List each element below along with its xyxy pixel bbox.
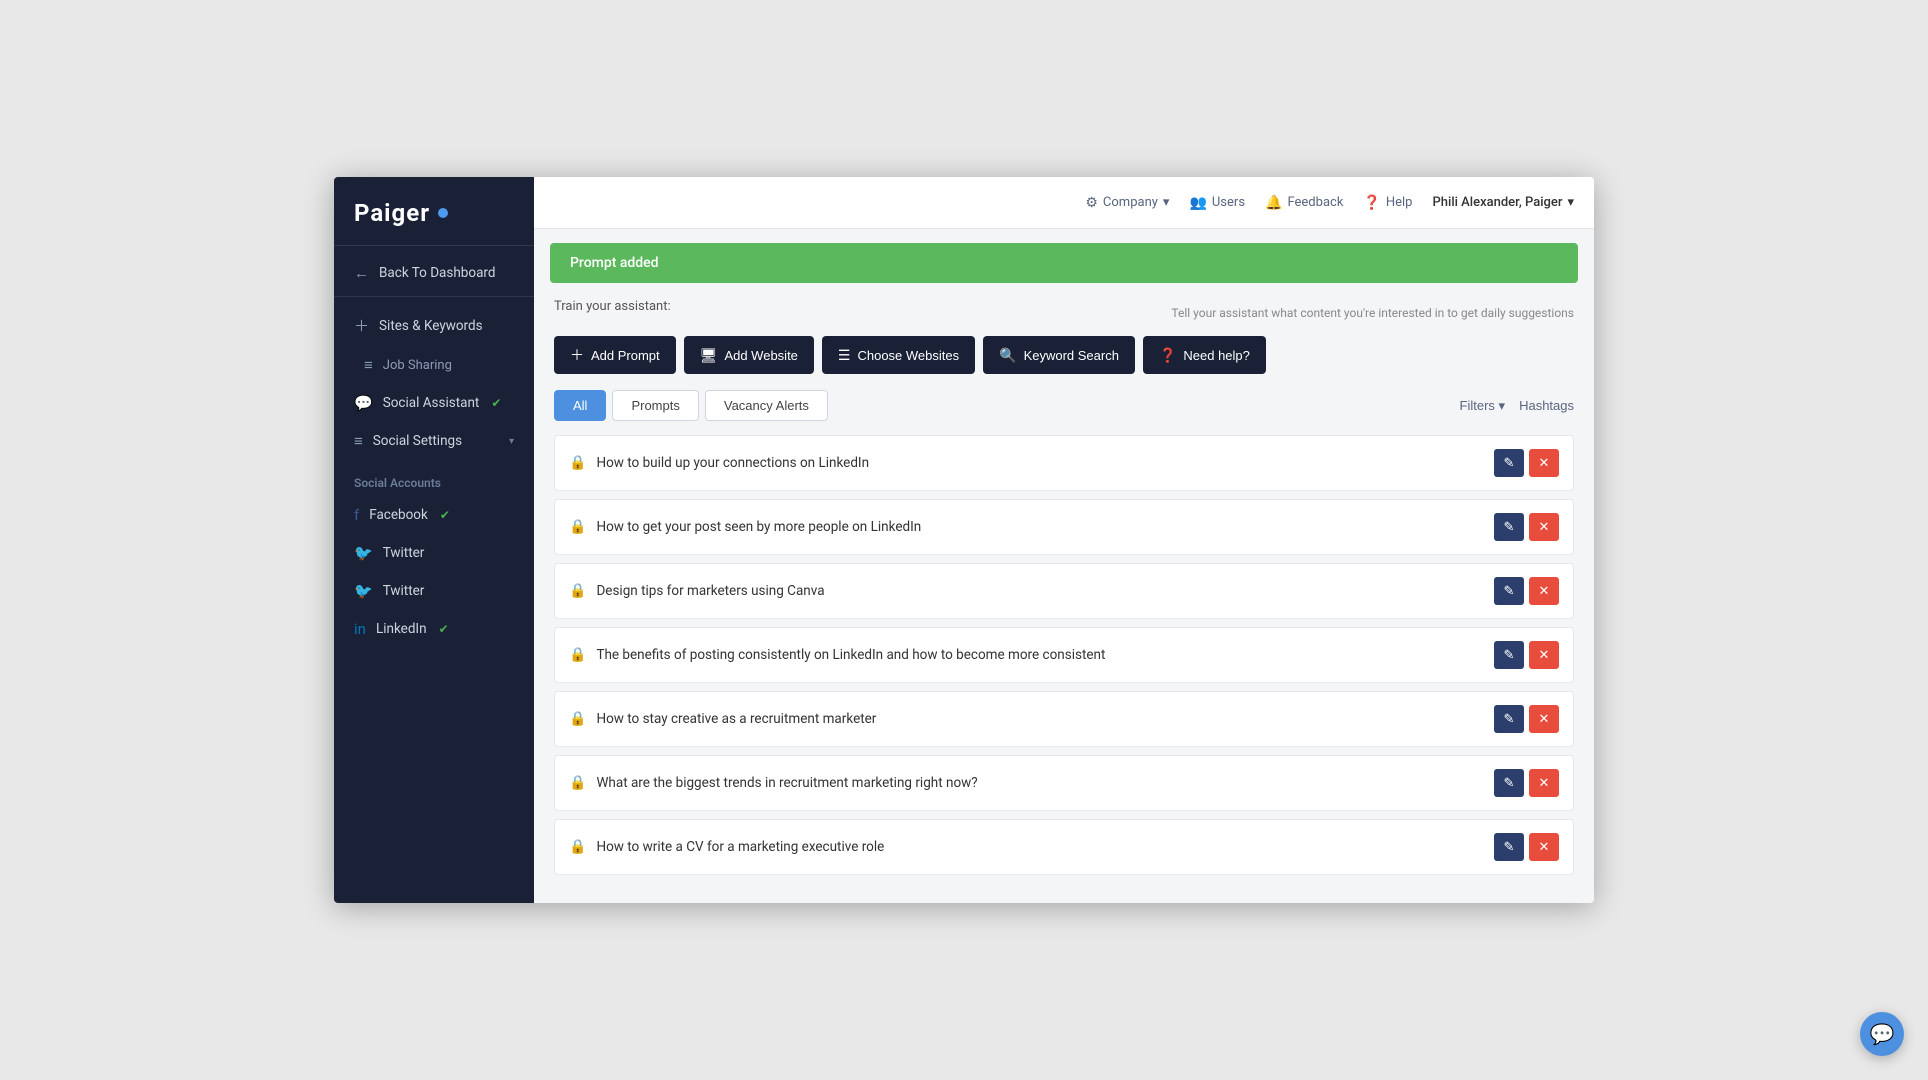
prompt-actions: ✎ ✕ [1494,769,1559,797]
help-nav[interactable]: ❓ Help [1363,195,1412,211]
app-logo: Paiger [334,177,534,245]
sidebar-item-facebook[interactable]: f Facebook ✔ [334,496,534,534]
prompt-actions: ✎ ✕ [1494,641,1559,669]
prompt-actions: ✎ ✕ [1494,577,1559,605]
chat-bubble-button[interactable]: 💬 [1860,1012,1904,1056]
list-icon: ≡ [364,356,373,374]
company-chevron-icon: ▾ [1163,195,1170,210]
delete-button[interactable]: ✕ [1529,577,1559,605]
monitor-icon: 🖥 [700,347,718,364]
sidebar-item-social-settings[interactable]: ≡ Social Settings [334,422,534,460]
table-row: 🔒 The benefits of posting consistently o… [554,627,1574,683]
delete-button[interactable]: ✕ [1529,513,1559,541]
sidebar-item-twitter-2[interactable]: 🐦 Twitter [334,572,534,610]
plus-icon: ＋ [354,315,369,336]
edit-button[interactable]: ✎ [1494,577,1524,605]
question-icon: ❓ [1159,347,1176,364]
twitter-icon-2: 🐦 [354,582,373,600]
page-content: Prompt added Train your assistant: Tell … [534,229,1594,903]
sidebar-item-sites-keywords[interactable]: ＋ Sites & Keywords [334,305,534,346]
table-row: 🔒 How to build up your connections on Li… [554,435,1574,491]
choose-websites-button[interactable]: ☰ Choose Websites [822,336,975,374]
edit-button[interactable]: ✎ [1494,833,1524,861]
edit-button[interactable]: ✎ [1494,705,1524,733]
lock-icon: 🔒 [569,455,586,471]
train-label: Train your assistant: [554,299,671,314]
delete-button[interactable]: ✕ [1529,449,1559,477]
filter-area: Filters ▾ Hashtags [1460,398,1574,414]
train-buttons: ＋ Add Prompt 🖥 Add Website ☰ Choose Webs… [554,336,1574,374]
company-icon: ⚙ [1085,195,1098,211]
prompt-actions: ✎ ✕ [1494,449,1559,477]
train-hint: Tell your assistant what content you're … [1171,306,1574,320]
filters-button[interactable]: Filters ▾ [1460,398,1506,414]
main-content: ⚙ Company ▾ 👥 Users 🔔 Feedback ❓ Help Ph… [534,177,1594,903]
table-row: 🔒 How to get your post seen by more peop… [554,499,1574,555]
delete-button[interactable]: ✕ [1529,641,1559,669]
sidebar-item-job-sharing[interactable]: ≡ Job Sharing [334,346,534,384]
sidebar: Paiger ← Back To Dashboard ＋ Sites & Key… [334,177,534,903]
users-icon: 👥 [1189,195,1206,211]
facebook-icon: f [354,506,359,524]
check-icon: ✔ [491,396,501,410]
user-chevron-icon: ▾ [1567,195,1574,210]
lock-icon: 🔒 [569,775,586,791]
add-website-button[interactable]: 🖥 Add Website [684,336,814,374]
user-menu[interactable]: Phili Alexander, Paiger ▾ [1432,195,1574,210]
social-accounts-label: Social Accounts [334,460,534,496]
sidebar-item-linkedin[interactable]: in LinkedIn ✔ [334,610,534,648]
back-to-dashboard[interactable]: ← Back To Dashboard [334,254,534,292]
edit-button[interactable]: ✎ [1494,513,1524,541]
users-nav[interactable]: 👥 Users [1189,195,1245,211]
table-row: 🔒 What are the biggest trends in recruit… [554,755,1574,811]
arrow-left-icon: ← [354,264,369,282]
sidebar-item-twitter-1[interactable]: 🐦 Twitter [334,534,534,572]
linkedin-check-icon: ✔ [439,622,449,636]
add-icon: ＋ [570,345,584,365]
prompt-actions: ✎ ✕ [1494,833,1559,861]
feedback-nav[interactable]: 🔔 Feedback [1265,195,1343,211]
add-prompt-button[interactable]: ＋ Add Prompt [554,336,676,374]
prompt-actions: ✎ ✕ [1494,705,1559,733]
edit-button[interactable]: ✎ [1494,641,1524,669]
delete-button[interactable]: ✕ [1529,769,1559,797]
hashtags-button[interactable]: Hashtags [1519,398,1574,413]
delete-button[interactable]: ✕ [1529,705,1559,733]
help-icon: ❓ [1363,195,1380,211]
settings-icon: ≡ [354,432,363,450]
lock-icon: 🔒 [569,647,586,663]
lock-icon: 🔒 [569,519,586,535]
search-icon: 🔍 [999,347,1016,364]
table-row: 🔒 How to write a CV for a marketing exec… [554,819,1574,875]
twitter-icon-1: 🐦 [354,544,373,562]
sidebar-item-social-assistant[interactable]: 💬 Social Assistant ✔ [334,384,534,422]
prompt-actions: ✎ ✕ [1494,513,1559,541]
grid-icon: ☰ [838,347,851,364]
prompts-list: 🔒 How to build up your connections on Li… [534,435,1594,903]
need-help-button[interactable]: ❓ Need help? [1143,336,1266,374]
linkedin-icon: in [354,620,366,638]
table-row: 🔒 How to stay creative as a recruitment … [554,691,1574,747]
tab-prompts[interactable]: Prompts [612,390,698,421]
table-row: 🔒 Design tips for marketers using Canva … [554,563,1574,619]
chat-icon: 💬 [354,394,373,412]
facebook-check-icon: ✔ [440,508,450,522]
topnav: ⚙ Company ▾ 👥 Users 🔔 Feedback ❓ Help Ph… [534,177,1594,229]
tab-all[interactable]: All [554,390,606,421]
keyword-search-button[interactable]: 🔍 Keyword Search [983,336,1135,374]
feedback-icon: 🔔 [1265,195,1282,211]
train-section: Train your assistant: Tell your assistan… [534,283,1594,374]
edit-button[interactable]: ✎ [1494,769,1524,797]
alert-bar: Prompt added [550,243,1578,283]
lock-icon: 🔒 [569,839,586,855]
delete-button[interactable]: ✕ [1529,833,1559,861]
tab-vacancy-alerts[interactable]: Vacancy Alerts [705,390,828,421]
company-nav[interactable]: ⚙ Company ▾ [1085,195,1169,211]
lock-icon: 🔒 [569,583,586,599]
tabs: All Prompts Vacancy Alerts [554,390,828,421]
edit-button[interactable]: ✎ [1494,449,1524,477]
chat-bubble-icon: 💬 [1870,1022,1895,1046]
lock-icon: 🔒 [569,711,586,727]
